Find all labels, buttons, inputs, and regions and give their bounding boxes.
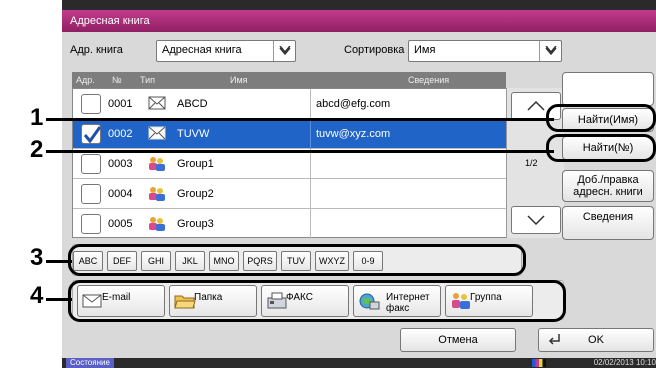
- status-indicator: [532, 359, 546, 367]
- details-button[interactable]: Сведения: [562, 206, 654, 240]
- sort-select-value: Имя: [414, 44, 436, 56]
- details-label: Сведения: [582, 211, 634, 223]
- address-list: 0001 ABCD abcd@efg.com 0002 TUVW tuvw@xy…: [72, 88, 564, 239]
- list-item[interactable]: 0004 Group2: [73, 179, 563, 209]
- add-edit-label-1: Доб./правка: [577, 174, 639, 186]
- row-number: 0004: [108, 188, 133, 200]
- callout-2-ring: [546, 134, 656, 162]
- col-type: Тип: [140, 75, 156, 85]
- chevron-down-icon: [539, 41, 561, 61]
- callout-2: 2: [30, 136, 44, 163]
- group-icon: [148, 216, 166, 232]
- row-checkbox[interactable]: [81, 184, 101, 204]
- checkmark-icon: [83, 126, 102, 144]
- list-item[interactable]: 0002 TUVW tuvw@xyz.com: [73, 119, 563, 149]
- add-edit-book-button[interactable]: Доб./правка адресн. книги: [562, 170, 654, 202]
- callout-3-ring: [68, 244, 526, 276]
- chevron-down-icon: [273, 41, 295, 61]
- cancel-label: Отмена: [438, 334, 478, 346]
- ok-button[interactable]: OK: [538, 328, 654, 352]
- status-bar: Состояние 02/02/2013 10:10: [62, 358, 656, 368]
- list-item[interactable]: 0005 Group3: [73, 209, 563, 239]
- page-indicator: 1/2: [525, 158, 538, 168]
- window-title: Адресная книга: [62, 10, 656, 32]
- callout-1: 1: [30, 104, 44, 131]
- enter-icon: [547, 333, 561, 355]
- row-name: Group2: [177, 188, 214, 200]
- sort-select[interactable]: Имя: [408, 40, 562, 62]
- list-item[interactable]: 0003 Group1: [73, 149, 563, 179]
- scroll-down-button[interactable]: [511, 206, 561, 234]
- status-datetime: 02/02/2013 10:10: [593, 358, 656, 367]
- callout-1-line: [46, 118, 554, 121]
- callout-3: 3: [30, 244, 44, 271]
- row-checkbox[interactable]: [81, 94, 101, 114]
- callout-2-line: [46, 150, 554, 153]
- row-name: Group3: [177, 218, 214, 230]
- row-checkbox[interactable]: [81, 154, 101, 174]
- callout-4: 4: [30, 282, 44, 309]
- row-number: 0002: [108, 128, 133, 140]
- chevron-up-icon: [527, 101, 545, 111]
- sort-label: Сортировка: [344, 44, 405, 56]
- top-strip: [62, 0, 656, 10]
- ok-label: OK: [588, 334, 604, 346]
- list-item[interactable]: 0001 ABCD abcd@efg.com: [73, 89, 563, 119]
- row-number: 0005: [108, 218, 133, 230]
- row-number: 0001: [108, 98, 133, 110]
- row-number: 0003: [108, 158, 133, 170]
- row-name: TUVW: [177, 128, 210, 140]
- col-details: Сведения: [408, 75, 450, 85]
- col-addr: Адр.: [76, 75, 95, 85]
- callout-4-ring: [68, 280, 566, 322]
- group-icon: [148, 186, 166, 202]
- book-select[interactable]: Адресная книга: [156, 40, 296, 62]
- cancel-button[interactable]: Отмена: [400, 328, 516, 352]
- row-name: ABCD: [177, 98, 208, 110]
- row-checkbox[interactable]: [81, 124, 102, 144]
- add-edit-label-2: адресн. книги: [573, 186, 643, 198]
- status-button[interactable]: Состояние: [66, 358, 114, 368]
- chevron-down-icon: [527, 215, 545, 225]
- book-label: Адр. книга: [70, 44, 123, 56]
- book-select-value: Адресная книга: [162, 44, 242, 56]
- envelope-icon: [148, 96, 166, 112]
- col-name[interactable]: Имя: [230, 72, 248, 88]
- row-name: Group1: [177, 158, 214, 170]
- group-icon: [148, 156, 166, 172]
- callout-1-ring: [546, 104, 656, 132]
- col-num: №: [112, 75, 122, 85]
- row-checkbox[interactable]: [81, 214, 101, 234]
- envelope-icon: [148, 126, 166, 142]
- blank-panel: [562, 72, 654, 106]
